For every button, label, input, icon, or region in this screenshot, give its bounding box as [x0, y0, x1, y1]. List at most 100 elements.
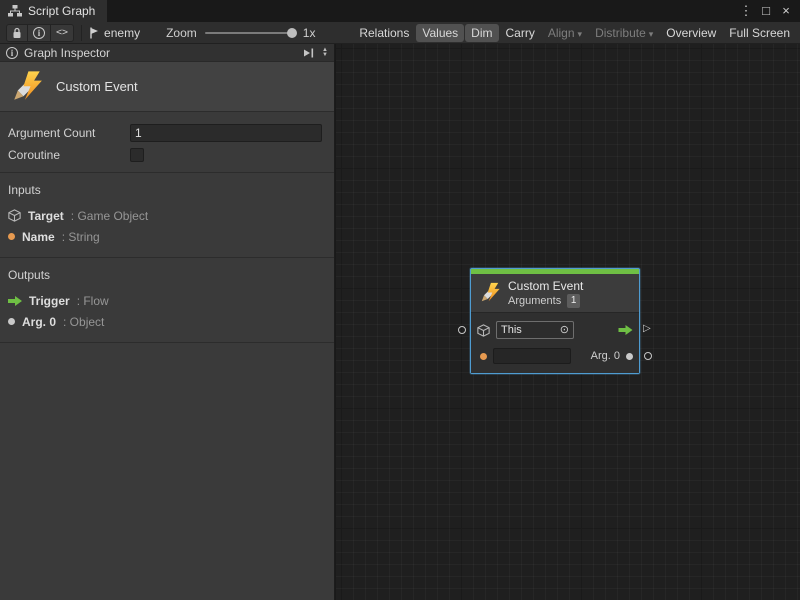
align-dropdown[interactable]: Align▾ [542, 24, 588, 42]
unit-header: Custom Event [0, 62, 334, 112]
lock-button[interactable] [7, 25, 28, 41]
target-object-field[interactable]: This ⊙ [496, 321, 574, 339]
toolbar-buttons: Relations Values Dim Carry Align▾ Distri… [353, 24, 798, 42]
port-name: Name [22, 230, 55, 244]
toolbar-icon-group: i <> [6, 24, 74, 42]
align-label: Align [548, 26, 575, 40]
zoom-value: 1x [303, 26, 316, 40]
argument-count-label: Argument Count [8, 126, 130, 140]
info-icon: i [6, 47, 18, 59]
lock-icon [12, 27, 22, 39]
event-name-input[interactable] [493, 348, 571, 364]
port-row-trigger: Trigger : Flow [8, 290, 326, 311]
relations-label: Relations [359, 26, 409, 40]
scroll-down-icon: ▼ [322, 53, 328, 58]
unit-fields: Argument Count Coroutine [0, 112, 334, 173]
toolbar-separator [81, 25, 82, 41]
close-icon[interactable]: × [778, 0, 794, 22]
port-type: : Game Object [71, 209, 148, 223]
distribute-label: Distribute [595, 26, 646, 40]
info-button[interactable]: i [28, 25, 51, 41]
tab-script-graph[interactable]: Script Graph [0, 0, 107, 22]
dim-label: Dim [471, 26, 492, 40]
port-row-name: Name : String [8, 226, 326, 247]
port-type: : Flow [77, 294, 109, 308]
graph-breadcrumb[interactable]: enemy [89, 26, 140, 40]
values-button[interactable]: Values [416, 24, 464, 42]
window-controls: ⋮ □ × [738, 0, 800, 22]
node-header-text: Custom Event Arguments 1 [508, 279, 583, 308]
zoom-slider[interactable] [205, 32, 295, 34]
coroutine-row: Coroutine [0, 144, 334, 166]
flow-arrow-icon [8, 296, 22, 306]
code-icon: <> [56, 27, 68, 38]
inputs-section: Inputs Target : Game Object Name : Strin… [0, 173, 334, 258]
graph-inspector-panel: i Graph Inspector ▲ ▼ [0, 44, 335, 600]
name-string-port-icon[interactable] [480, 353, 487, 360]
port-type: : String [62, 230, 100, 244]
dim-button[interactable]: Dim [465, 24, 498, 42]
carry-label: Carry [506, 26, 535, 40]
script-graph-icon [8, 5, 22, 17]
trigger-flow-port-icon[interactable] [618, 325, 633, 335]
arguments-label: Arguments [508, 295, 561, 307]
inspector-header-controls: ▲ ▼ [302, 48, 328, 58]
argument-count-row: Argument Count [0, 122, 334, 144]
zoom-label: Zoom [166, 26, 197, 40]
object-port-icon [8, 318, 15, 325]
arg0-label: Arg. 0 [591, 350, 620, 362]
graph-name-label: enemy [104, 26, 140, 40]
node-row-arg0: Arg. 0 [477, 345, 633, 367]
target-input-port[interactable] [458, 326, 466, 334]
pane-scroll-control[interactable]: ▲ ▼ [322, 48, 328, 58]
custom-event-icon [479, 282, 501, 304]
graph-toolbar: i <> enemy Zoom 1x Relations Values [0, 22, 800, 44]
distribute-dropdown[interactable]: Distribute▾ [589, 24, 659, 42]
window-menu-icon[interactable]: ⋮ [738, 0, 754, 22]
cube-icon [477, 324, 490, 337]
maximize-icon[interactable]: □ [758, 0, 774, 22]
info-icon: i [33, 27, 45, 39]
fullscreen-label: Full Screen [729, 26, 790, 40]
zoom-slider-knob[interactable] [287, 28, 297, 38]
flow-output-port[interactable]: ▷ [643, 323, 651, 335]
node-title: Custom Event [508, 279, 583, 293]
cube-icon [8, 209, 21, 222]
inputs-heading: Inputs [8, 183, 326, 197]
chevron-down-icon: ▾ [649, 29, 654, 39]
object-picker-icon[interactable]: ⊙ [560, 325, 569, 336]
target-value: This [501, 324, 522, 336]
fullscreen-button[interactable]: Full Screen [723, 24, 796, 42]
port-name: Arg. 0 [22, 315, 56, 329]
outputs-heading: Outputs [8, 268, 326, 282]
carry-button[interactable]: Carry [500, 24, 541, 42]
port-row-target: Target : Game Object [8, 205, 326, 226]
unit-title: Custom Event [56, 79, 138, 94]
values-label: Values [422, 26, 458, 40]
graph-canvas[interactable]: Custom Event Arguments 1 This ⊙ [336, 44, 800, 600]
node-body: This ⊙ Arg. 0 [471, 312, 639, 373]
coroutine-label: Coroutine [8, 148, 130, 162]
argument-count-input[interactable] [130, 124, 322, 142]
arg0-output-port[interactable] [644, 352, 652, 360]
node-arguments-row: Arguments 1 [508, 294, 583, 308]
graph-pointer-icon [89, 27, 99, 39]
outputs-section: Outputs Trigger : Flow Arg. 0 : Object [0, 258, 334, 343]
overview-button[interactable]: Overview [660, 24, 722, 42]
titlebar: Script Graph ⋮ □ × [0, 0, 800, 22]
node-row-target: This ⊙ [477, 319, 633, 341]
inspector-title: Graph Inspector [24, 46, 110, 60]
dock-icon[interactable] [302, 48, 314, 58]
custom-event-node[interactable]: Custom Event Arguments 1 This ⊙ [470, 268, 640, 374]
port-type: : Object [63, 315, 104, 329]
arg0-object-port-icon[interactable] [626, 353, 633, 360]
relations-button[interactable]: Relations [353, 24, 415, 42]
node-header[interactable]: Custom Event Arguments 1 [471, 274, 639, 312]
tab-label: Script Graph [28, 4, 95, 18]
coroutine-checkbox[interactable] [130, 148, 144, 162]
arguments-count-badge: 1 [567, 294, 580, 308]
code-view-button[interactable]: <> [51, 25, 73, 41]
script-graph-window: Script Graph ⋮ □ × i <> [0, 0, 800, 600]
port-row-arg0: Arg. 0 : Object [8, 311, 326, 332]
custom-event-icon [10, 70, 44, 104]
